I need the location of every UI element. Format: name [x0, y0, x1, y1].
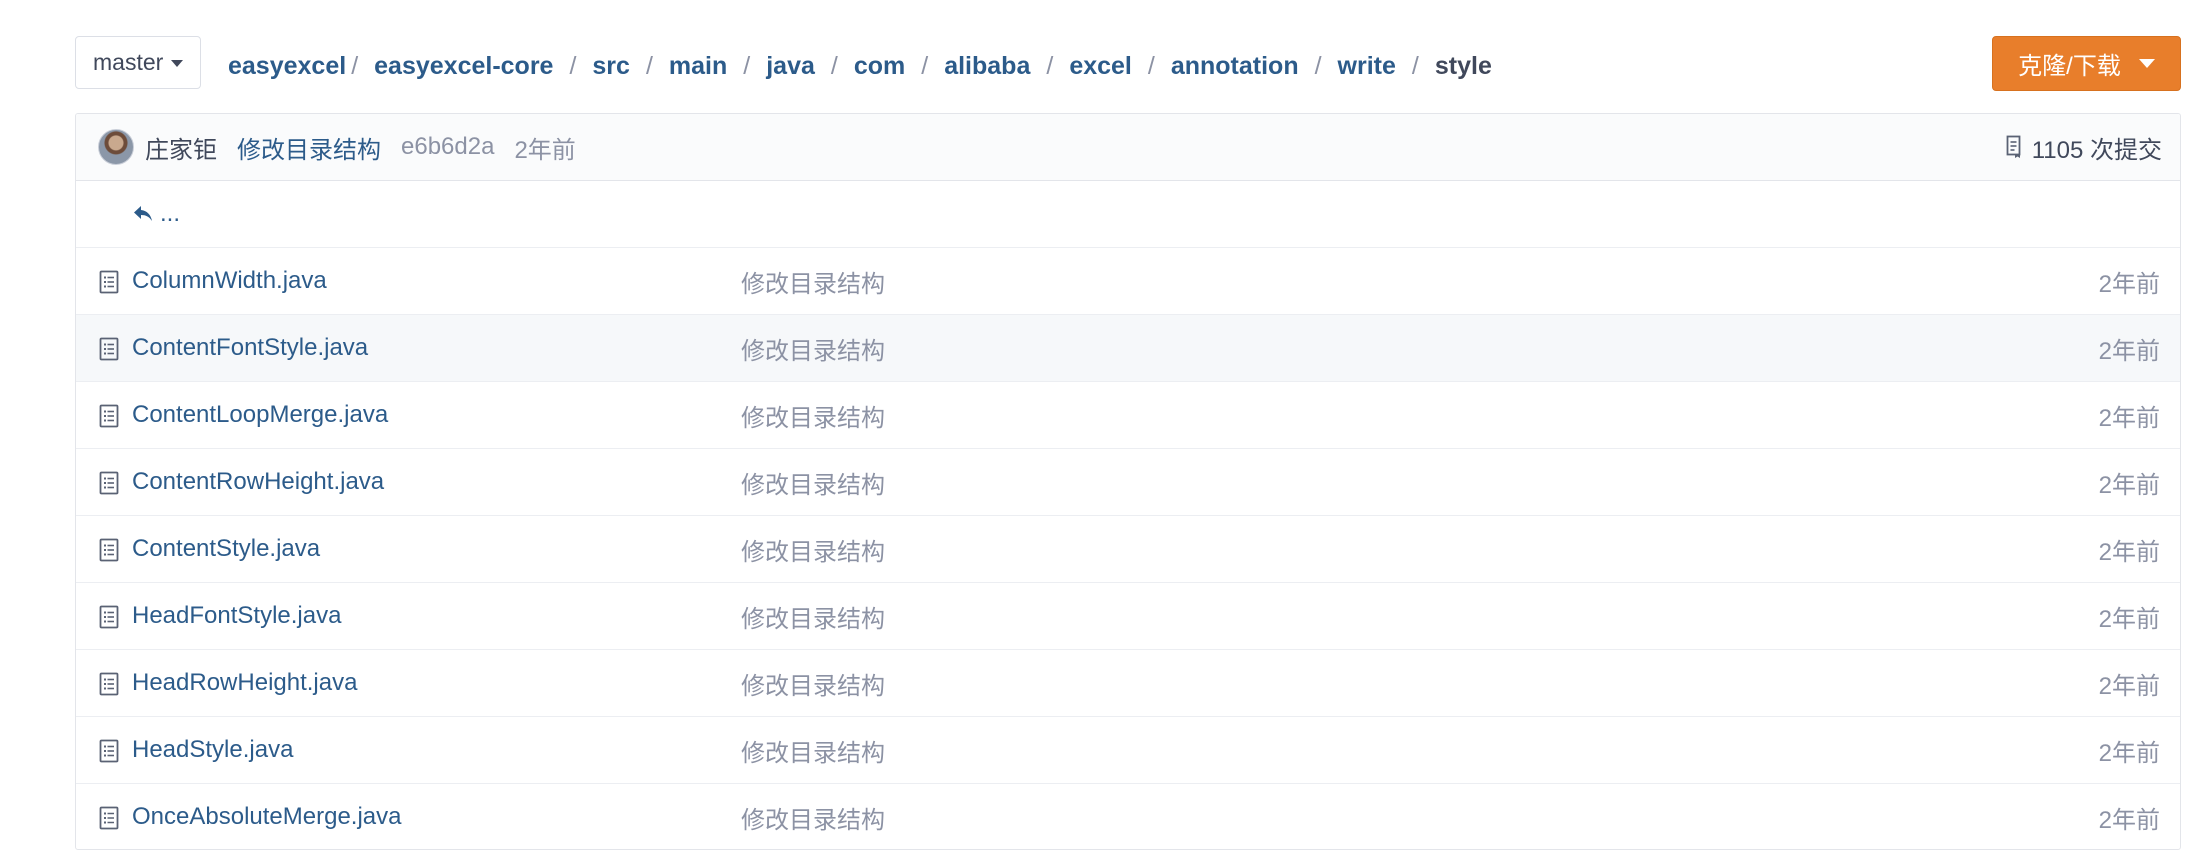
last-commit-bar: 庄家钜 修改目录结构 e6b6d2a 2年前 1105 次提交 [76, 114, 2180, 181]
file-row[interactable]: ContentRowHeight.java 修改目录结构 2年前 [76, 449, 2180, 516]
file-row[interactable]: OnceAbsoluteMerge.java 修改目录结构 2年前 [76, 784, 2180, 849]
file-commit-message[interactable]: 修改目录结构 [741, 264, 885, 299]
file-commit-message[interactable]: 修改目录结构 [741, 800, 885, 835]
breadcrumb-item-style: style [1434, 51, 1492, 80]
caret-down-icon [171, 60, 184, 67]
breadcrumb-item-java[interactable]: java [766, 52, 815, 81]
breadcrumb-item-alibaba[interactable]: alibaba [944, 52, 1030, 81]
file-text-icon [99, 605, 119, 629]
clone-download-label: 克隆/下载 [2018, 53, 2121, 80]
file-row[interactable]: ContentStyle.java 修改目录结构 2年前 [76, 516, 2180, 583]
breadcrumb-separator: / [569, 51, 577, 80]
file-name-link[interactable]: HeadStyle.java [132, 736, 293, 764]
file-name-link[interactable]: OnceAbsoluteMerge.java [132, 803, 401, 831]
file-row[interactable]: HeadRowHeight.java 修改目录结构 2年前 [76, 650, 2180, 717]
file-row[interactable]: HeadStyle.java 修改目录结构 2年前 [76, 717, 2180, 784]
file-row[interactable]: ColumnWidth.java 修改目录结构 2年前 [76, 248, 2180, 315]
file-name-link[interactable]: ColumnWidth.java [132, 267, 327, 295]
breadcrumb-item-excel[interactable]: excel [1069, 52, 1132, 81]
file-text-icon [99, 739, 119, 763]
file-text-icon [99, 471, 119, 495]
file-commit-time: 2年前 [2098, 672, 2160, 700]
breadcrumb-item-easyexcel[interactable]: easyexcel [228, 52, 346, 81]
file-commit-time: 2年前 [2098, 471, 2160, 499]
breadcrumb-separator: / [830, 51, 838, 80]
commit-count-link[interactable]: 1105 次提交 [2006, 130, 2162, 165]
breadcrumb-item-easyexcel-core[interactable]: easyexcel-core [374, 52, 553, 81]
file-commit-time: 2年前 [2098, 739, 2160, 767]
file-name-link[interactable]: ContentStyle.java [132, 535, 320, 563]
breadcrumb-separator: / [1411, 51, 1419, 80]
file-commit-message[interactable]: 修改目录结构 [741, 398, 885, 433]
commit-time: 2年前 [514, 136, 576, 164]
file-commit-time: 2年前 [2098, 538, 2160, 566]
breadcrumb-item-write[interactable]: write [1338, 52, 1396, 81]
breadcrumb-item-com[interactable]: com [854, 52, 905, 81]
file-text-icon [99, 806, 119, 830]
file-text-icon [99, 404, 119, 428]
file-commit-message[interactable]: 修改目录结构 [741, 666, 885, 701]
breadcrumb-separator: / [1147, 51, 1155, 80]
breadcrumb-separator: / [1314, 51, 1322, 80]
file-table: 庄家钜 修改目录结构 e6b6d2a 2年前 1105 次提交 ... Colu… [75, 113, 2181, 850]
file-row[interactable]: HeadFontStyle.java 修改目录结构 2年前 [76, 583, 2180, 650]
commit-count-label: 1105 次提交 [2031, 136, 2162, 164]
breadcrumb: easyexcel / easyexcel-core / src / main … [228, 50, 1492, 82]
commit-author[interactable]: 庄家钜 [145, 130, 217, 165]
breadcrumb-separator: / [743, 51, 751, 80]
avatar[interactable] [98, 129, 134, 165]
caret-down-icon [2138, 59, 2155, 68]
commit-message[interactable]: 修改目录结构 [237, 130, 381, 165]
file-name-link[interactable]: ContentLoopMerge.java [132, 401, 388, 429]
file-commit-message[interactable]: 修改目录结构 [741, 599, 885, 634]
file-name-link[interactable]: HeadRowHeight.java [132, 669, 357, 697]
file-text-icon [99, 337, 119, 361]
branch-label: master [93, 49, 164, 75]
file-list: ColumnWidth.java 修改目录结构 2年前 ContentFontS… [76, 248, 2180, 849]
parent-directory-row[interactable]: ... [76, 181, 2180, 248]
file-row[interactable]: ContentLoopMerge.java 修改目录结构 2年前 [76, 382, 2180, 449]
file-text-icon [99, 672, 119, 696]
breadcrumb-separator: / [1046, 51, 1054, 80]
file-commit-time: 2年前 [2098, 337, 2160, 365]
breadcrumb-separator: / [351, 51, 359, 80]
breadcrumb-item-annotation[interactable]: annotation [1171, 52, 1299, 81]
file-commit-message[interactable]: 修改目录结构 [741, 331, 885, 366]
file-text-icon [99, 270, 119, 294]
branch-selector[interactable]: master [75, 36, 201, 89]
breadcrumb-item-src[interactable]: src [592, 52, 630, 81]
file-row[interactable]: ContentFontStyle.java 修改目录结构 2年前 [76, 315, 2180, 382]
commit-log-icon [2006, 135, 2021, 158]
file-commit-time: 2年前 [2098, 270, 2160, 298]
file-commit-time: 2年前 [2098, 806, 2160, 834]
breadcrumb-separator: / [645, 51, 653, 80]
file-commit-message[interactable]: 修改目录结构 [741, 733, 885, 768]
file-commit-message[interactable]: 修改目录结构 [741, 465, 885, 500]
back-arrow-icon [134, 206, 152, 221]
file-text-icon [99, 538, 119, 562]
file-name-link[interactable]: ContentRowHeight.java [132, 468, 384, 496]
parent-directory-label: ... [160, 200, 181, 227]
commit-sha[interactable]: e6b6d2a [401, 133, 494, 161]
breadcrumb-separator: / [921, 51, 929, 80]
file-commit-time: 2年前 [2098, 605, 2160, 633]
file-commit-time: 2年前 [2098, 404, 2160, 432]
breadcrumb-item-main[interactable]: main [669, 52, 727, 81]
file-name-link[interactable]: ContentFontStyle.java [132, 334, 368, 362]
clone-download-button[interactable]: 克隆/下载 [1992, 36, 2181, 91]
file-name-link[interactable]: HeadFontStyle.java [132, 602, 341, 630]
file-commit-message[interactable]: 修改目录结构 [741, 532, 885, 567]
